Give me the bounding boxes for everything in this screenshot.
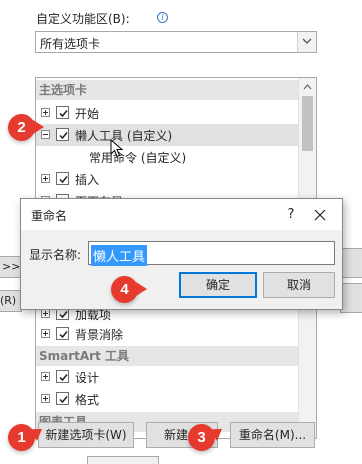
ok-button[interactable]: 确定 [179, 272, 257, 298]
scroll-up-icon[interactable] [303, 84, 312, 90]
rename-dialog: 重命名 ? 显示名称: 懒人工具 确定 取消 [20, 198, 343, 310]
checkbox-lazy-tools[interactable] [56, 128, 69, 141]
tree-row-common-commands[interactable]: 常用命令 (自定义) [36, 146, 298, 168]
info-icon[interactable]: i [157, 12, 168, 23]
tree-row-bg-removal[interactable]: 背景消除 [36, 323, 298, 345]
mouse-cursor-icon [110, 139, 124, 158]
badge-pointer [33, 120, 44, 134]
expand-icon[interactable] [41, 108, 50, 117]
move-button-fragment[interactable]: >> [0, 256, 22, 278]
step-badge-4: 4 [111, 276, 138, 303]
group-header-main-tabs: 主选项卡 [36, 80, 298, 100]
move-up-button-fragment[interactable] [340, 248, 362, 278]
reset-dropdown-fragment[interactable] [87, 456, 159, 464]
tree-item-label: 常用命令 (自定义) [89, 151, 187, 165]
move-down-button-fragment[interactable] [340, 283, 362, 313]
group-header-smartart: SmartArt 工具 [36, 346, 298, 366]
customize-ribbon-label: 自定义功能区(B): [36, 12, 130, 26]
dialog-titlebar[interactable]: 重命名 ? [21, 199, 342, 230]
tree-row-insert[interactable]: 插入 [36, 168, 298, 190]
step-badge-2: 2 [8, 114, 35, 141]
tree-row-lazy-tools[interactable]: 懒人工具 (自定义) [36, 124, 298, 146]
ribbon-tabs-dropdown[interactable]: 所有选项卡 [35, 31, 317, 53]
scroll-thumb[interactable] [302, 96, 313, 151]
tree-row-design[interactable]: 设计 [36, 366, 298, 388]
display-name-value: 懒人工具 [91, 245, 148, 266]
tree-row-format[interactable]: 格式 [36, 388, 298, 410]
dialog-title: 重命名 [31, 209, 68, 223]
expand-icon[interactable] [41, 394, 50, 403]
checkbox-format[interactable] [56, 392, 69, 405]
chevron-down-icon[interactable] [297, 32, 316, 52]
checkbox-start[interactable] [56, 106, 69, 119]
tree-item-label: 开始 [75, 107, 100, 121]
display-name-input[interactable]: 懒人工具 [88, 241, 335, 266]
cancel-button[interactable]: 取消 [263, 272, 335, 298]
expand-icon[interactable] [41, 309, 50, 318]
tree-item-label: 格式 [75, 393, 100, 407]
tree-row-start[interactable]: 开始 [36, 102, 298, 124]
checkbox-design[interactable] [56, 370, 69, 383]
badge-pointer [136, 282, 147, 296]
checkbox-bg-removal[interactable] [56, 327, 69, 340]
close-button[interactable] [309, 204, 331, 226]
new-tab-button[interactable]: 新建选项卡(W) [38, 422, 134, 448]
tree-item-label: 背景消除 [75, 328, 124, 342]
dropdown-value: 所有选项卡 [40, 37, 101, 51]
expand-icon[interactable] [41, 372, 50, 381]
expand-icon[interactable] [41, 329, 50, 338]
rename-button[interactable]: 重命名(M)... [230, 422, 315, 448]
expand-icon[interactable] [41, 174, 50, 183]
remove-button-fragment[interactable]: (R) [0, 290, 22, 312]
display-name-label: 显示名称: [29, 248, 82, 262]
tree-item-label: 设计 [75, 371, 100, 385]
help-button[interactable]: ? [281, 205, 301, 225]
tree-item-label: 插入 [75, 173, 100, 187]
close-icon [314, 209, 326, 221]
checkbox-insert[interactable] [56, 172, 69, 185]
